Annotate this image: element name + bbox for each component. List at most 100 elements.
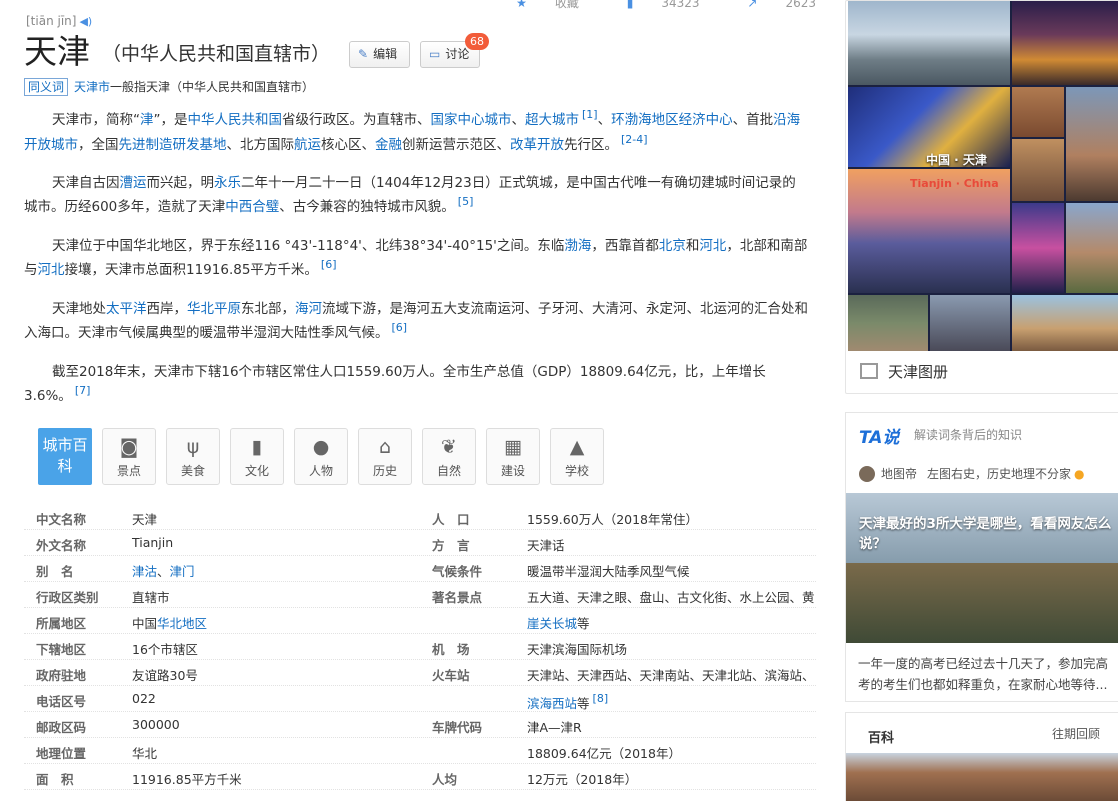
link-shipping[interactable]: 航运	[294, 137, 321, 153]
link-train-stations[interactable]: 天津站、天津西站、天津南站、天津北站、滨海站、	[527, 665, 815, 684]
table-row: 所属地区 中国华北地区 崖关长城等	[24, 608, 816, 634]
link-prc[interactable]: 中华人民共和国	[188, 112, 283, 128]
table-row: 地理位置 华北 18809.64亿元（2018年）	[24, 738, 816, 764]
link-beijing[interactable]: 北京	[659, 238, 686, 254]
gallery-icon	[860, 363, 878, 379]
summary-paragraph-1: 天津市，简称“津”，是中华人民共和国省级行政区。为直辖市、国家中心城市、超大城市…	[24, 108, 801, 153]
link-tianjin-dialect[interactable]: 天津话	[527, 535, 565, 554]
table-row: 邮政区码 300000 车牌代码 津A—津R	[24, 712, 816, 738]
link-reform[interactable]: 改革开放	[510, 137, 564, 153]
tab-people[interactable]: ● 人物	[294, 428, 348, 485]
table-row: 电话区号 022 滨海西站等 [8]	[24, 686, 816, 712]
photo-red-church[interactable]	[1066, 203, 1118, 293]
tab-schools[interactable]: ▲ 学校	[550, 428, 604, 485]
tab-scenic[interactable]: ◙ 景点	[102, 428, 156, 485]
link-yongle[interactable]: 永乐	[214, 175, 241, 191]
tab-city-baike[interactable]: 城市百科	[38, 428, 92, 485]
link-bohai[interactable]: 渤海	[564, 238, 591, 254]
link-binhai-west[interactable]: 滨海西站	[527, 696, 577, 711]
album-caption-cn: 中国 · 天津	[926, 153, 987, 167]
link-east-west-blend[interactable]: 中西合璧	[225, 199, 279, 215]
summary-paragraph-3: 天津位于中国华北地区，界于东经116 °43'-118°4'、北纬38°34'-…	[24, 238, 808, 278]
synonym-term-link[interactable]: 天津市	[74, 80, 110, 94]
ta-author[interactable]: 地图帝 左图右史，历史地理不分家 ●	[859, 465, 1085, 482]
past-review-link[interactable]: 往期回顾	[1052, 725, 1100, 742]
link-huangyaguan[interactable]: 崖关长城	[527, 616, 577, 631]
tab-culture[interactable]: ▮ 文化	[230, 428, 284, 485]
link-north-china[interactable]: 华北	[132, 743, 157, 762]
speaker-icon[interactable]: ◀)	[79, 15, 92, 28]
link-municipality[interactable]: 直辖市	[132, 587, 170, 606]
link-jinmen[interactable]: 津门	[170, 564, 195, 579]
chat-icon: ▭	[429, 47, 441, 61]
discuss-count-badge: 68	[465, 33, 489, 50]
photo-ferris-wheel[interactable]	[1012, 203, 1064, 293]
camera-icon: ◙	[119, 436, 139, 458]
ref-6[interactable]: [6]	[321, 258, 337, 271]
summary-paragraph-5: 截至2018年末，天津市下辖16个市辖区常住人口1559.60万人。全市生产总值…	[24, 364, 766, 404]
link-north-china-region[interactable]: 华北地区	[157, 616, 207, 631]
link-finance[interactable]: 金融	[375, 137, 402, 153]
graduation-cap-icon: ▲	[569, 436, 585, 458]
photo-old-building[interactable]	[1012, 139, 1064, 201]
ta-article-title[interactable]: 天津最好的3所大学是哪些，看看网友怎么说？	[859, 514, 1118, 554]
sidebar: 中国 · 天津 Tianjin · China 天津图册 TA说 解读词条背后的…	[845, 0, 1118, 801]
ref-5[interactable]: [5]	[458, 195, 474, 208]
photo-collage[interactable]: 中国 · 天津 Tianjin · China	[848, 1, 1118, 351]
link-hebei[interactable]: 河北	[699, 238, 726, 254]
temple-icon: ⌂	[378, 436, 392, 458]
book-icon: ▮	[251, 436, 263, 458]
collect-button[interactable]: ★ 收藏	[494, 0, 579, 10]
top-stats: ★ 收藏 ▮ 34323 ↗ 2623	[472, 0, 816, 11]
thumb-up-icon: ▮	[626, 0, 634, 10]
photo-night-building[interactable]	[1012, 1, 1118, 85]
baike-card: 百科 往期回顾	[845, 712, 1118, 801]
table-row: 别 名津沽、津门 气候条件 暖温带半湿润大陆季风型气候	[24, 556, 816, 582]
album-footer[interactable]: 天津图册	[860, 359, 948, 385]
photo-church[interactable]	[1012, 87, 1064, 137]
fork-knife-icon: ψ	[186, 436, 200, 458]
share-count[interactable]: ↗ 2623	[725, 0, 816, 10]
link-airport[interactable]: 天津滨海国际机场	[527, 639, 627, 658]
ta-article-desc[interactable]: 一年一度的高考已经过去十几天了，参加完高考的考生们也都如释重负，在家耐心地等待.…	[858, 653, 1118, 695]
ref-2-4[interactable]: [2-4]	[621, 133, 648, 146]
link-famous-sights[interactable]: 五大道、天津之眼、盘山、古文化街、水上公园、黄	[527, 587, 815, 606]
link-manufacturing-base[interactable]: 先进制造研发基地	[119, 137, 227, 153]
photo-street[interactable]	[848, 295, 928, 351]
photo-cathedral[interactable]	[1066, 87, 1118, 201]
baike-title: 百科	[868, 731, 895, 746]
table-row: 行政区类别 直辖市 著名景点 五大道、天津之眼、盘山、古文化街、水上公园、黄	[24, 582, 816, 608]
tab-nature[interactable]: ❦ 自然	[422, 428, 476, 485]
tab-food[interactable]: ψ 美食	[166, 428, 220, 485]
link-hebei-2[interactable]: 河北	[38, 262, 65, 278]
link-jin[interactable]: 津	[140, 112, 154, 128]
photo-gothic[interactable]	[930, 295, 1010, 351]
ref-8[interactable]: [8]	[593, 692, 609, 705]
title-row: 天津 （中华人民共和国直辖市） ✎ 编辑 ▭ 讨论 68	[24, 32, 816, 72]
page-title: 天津	[24, 32, 90, 71]
ref-1[interactable]: [1]	[582, 108, 598, 121]
photo-skyline-day[interactable]	[848, 1, 1010, 85]
ta-shuo-card: TA说 解读词条背后的知识 地图帝 左图右史，历史地理不分家 ● 天津最好的3所大学…	[845, 412, 1118, 702]
link-north-china-plain[interactable]: 华北平原	[187, 301, 241, 317]
page-subtitle: （中华人民共和国直辖市）	[102, 43, 331, 65]
person-icon: ●	[312, 436, 330, 458]
photo-red-villa[interactable]	[1012, 295, 1118, 351]
link-national-central-city[interactable]: 国家中心城市	[431, 112, 512, 128]
building-icon: ▦	[504, 436, 522, 458]
baike-image[interactable]	[846, 753, 1118, 801]
link-bohai-economic-center[interactable]: 环渤海地区经济中心	[611, 112, 733, 128]
photo-album-card[interactable]: 中国 · 天津 Tianjin · China 天津图册	[845, 0, 1118, 394]
edit-button[interactable]: ✎ 编辑	[349, 41, 410, 68]
like-count[interactable]: ▮ 34323	[605, 0, 700, 10]
link-megacity[interactable]: 超大城市	[525, 112, 579, 128]
ref-7[interactable]: [7]	[75, 384, 91, 397]
link-jingu[interactable]: 津沽	[132, 564, 157, 579]
link-pacific[interactable]: 太平洋	[106, 301, 147, 317]
tab-history[interactable]: ⌂ 历史	[358, 428, 412, 485]
ref-6-b[interactable]: [6]	[392, 321, 408, 334]
link-canal-transport[interactable]: 漕运	[120, 175, 147, 191]
link-haihe[interactable]: 海河	[295, 301, 322, 317]
table-row: 下辖地区 16个市辖区 机 场天津滨海国际机场	[24, 634, 816, 660]
tab-construction[interactable]: ▦ 建设	[486, 428, 540, 485]
